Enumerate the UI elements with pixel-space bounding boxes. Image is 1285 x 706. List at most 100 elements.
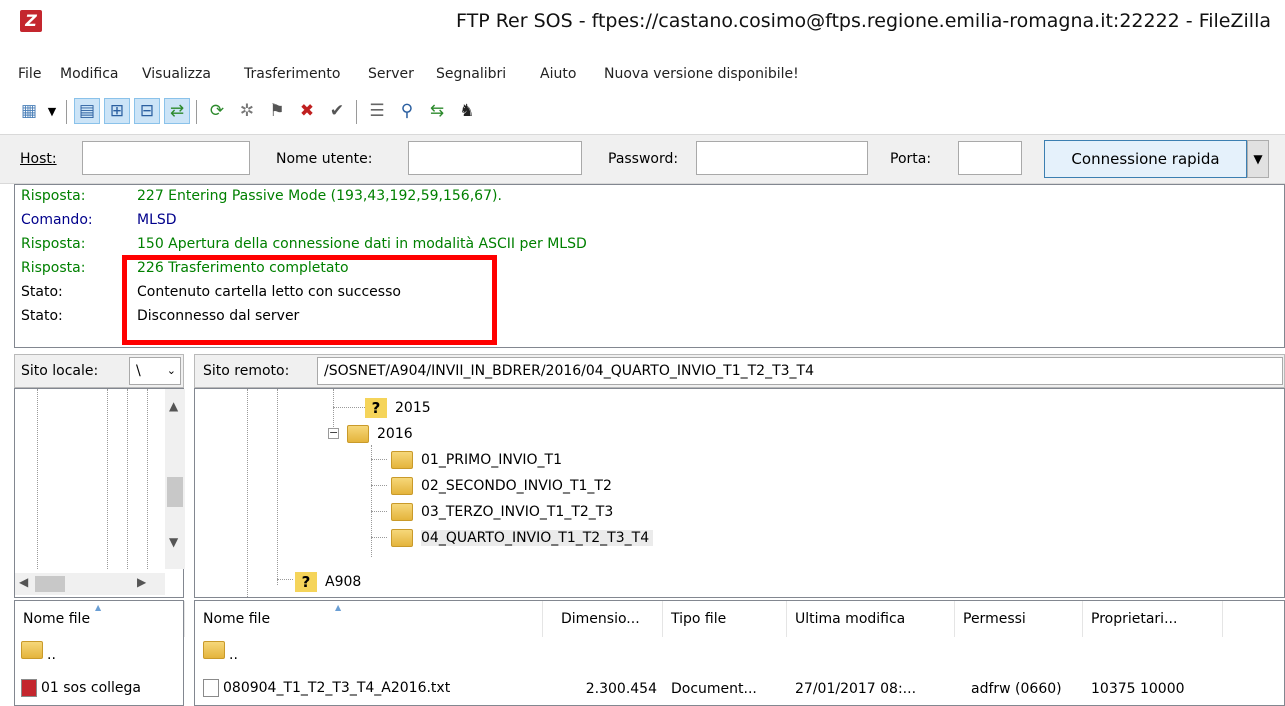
folder-icon xyxy=(391,451,413,469)
tree-node-label: 01_PRIMO_INVIO_T1 xyxy=(421,452,562,468)
window-title: FTP Rer SOS - ftpes://castano.cosimo@ftp… xyxy=(456,10,1271,32)
text-file-icon xyxy=(203,679,219,697)
menu-segnalibri[interactable]: Segnalibri xyxy=(436,66,506,82)
column-header-filename[interactable]: Nome file xyxy=(195,601,543,637)
search-icon[interactable]: ♞ xyxy=(454,98,480,124)
log-type: Risposta: xyxy=(21,188,86,204)
scrollbar-thumb[interactable] xyxy=(35,576,65,592)
pdf-file-icon xyxy=(21,679,37,697)
file-name: .. xyxy=(47,647,56,663)
tree-guide-line xyxy=(371,537,387,538)
scroll-right-icon[interactable]: ▶ xyxy=(137,575,146,589)
column-header-permissions[interactable]: Permessi xyxy=(955,601,1083,637)
menu-file[interactable]: File xyxy=(18,66,41,82)
chevron-down-icon[interactable]: ⌄ xyxy=(167,358,176,384)
tree-guide-line xyxy=(37,389,38,569)
tree-node[interactable]: ? A908 xyxy=(295,569,361,595)
reconnect-icon[interactable]: ✔ xyxy=(324,98,350,124)
local-site-combo[interactable]: \ ⌄ xyxy=(129,357,181,385)
menu-visualizza[interactable]: Visualizza xyxy=(142,66,211,82)
remote-site-bar: Sito remoto: /SOSNET/A904/INVII_IN_BDRER… xyxy=(194,354,1285,388)
host-input[interactable] xyxy=(82,141,250,175)
tree-node[interactable]: 03_TERZO_INVIO_T1_T2_T3 xyxy=(391,499,613,525)
folder-icon xyxy=(391,477,413,495)
tree-node[interactable]: 01_PRIMO_INVIO_T1 xyxy=(391,447,562,473)
local-file-list[interactable]: Nome file ▲ .. 01 sos collega xyxy=(14,600,185,706)
scrollbar-thumb[interactable] xyxy=(167,477,183,507)
scroll-down-icon[interactable]: ▼ xyxy=(169,535,178,549)
list-item[interactable]: .. xyxy=(21,641,181,663)
unknown-folder-icon: ? xyxy=(295,572,317,592)
log-message: MLSD xyxy=(137,212,177,228)
remote-file-list[interactable]: Nome file ▲ Dimensio... Tipo file Ultima… xyxy=(194,600,1285,706)
port-input[interactable] xyxy=(958,141,1022,175)
title-bar: Z FTP Rer SOS - ftpes://castano.cosimo@f… xyxy=(0,0,1285,56)
process-queue-icon[interactable]: ✲ xyxy=(234,98,260,124)
password-input[interactable] xyxy=(696,141,868,175)
log-type: Risposta: xyxy=(21,236,86,252)
toggle-queue-icon[interactable]: ⇄ xyxy=(164,98,190,124)
tree-node[interactable]: ? 2015 xyxy=(365,395,431,421)
tree-guide-line xyxy=(277,389,278,585)
remote-site-label: Sito remoto: xyxy=(203,363,290,379)
menu-modifica[interactable]: Modifica xyxy=(60,66,119,82)
filezilla-icon: Z xyxy=(20,10,42,32)
toolbar-separator xyxy=(356,100,357,124)
toggle-local-tree-icon[interactable]: ⊞ xyxy=(104,98,130,124)
scroll-left-icon[interactable]: ◀ xyxy=(19,575,28,589)
local-tree-vertical-scrollbar[interactable]: ▲ ▼ xyxy=(165,389,185,569)
column-header-type[interactable]: Tipo file xyxy=(663,601,787,637)
remote-site-path-input[interactable]: /SOSNET/A904/INVII_IN_BDRER/2016/04_QUAR… xyxy=(317,357,1283,385)
tree-node-label: 2015 xyxy=(395,400,431,416)
cancel-operation-icon[interactable]: ⚑ xyxy=(264,98,290,124)
column-header-size[interactable]: Dimensio... xyxy=(543,601,663,637)
tree-node[interactable]: 02_SECONDO_INVIO_T1_T2 xyxy=(391,473,612,499)
menu-aiuto[interactable]: Aiuto xyxy=(540,66,576,82)
local-site-label: Sito locale: xyxy=(21,363,99,379)
compare-directories-icon[interactable]: ⚲ xyxy=(394,98,420,124)
tree-node-label: A908 xyxy=(325,574,362,590)
remote-directory-tree[interactable]: − ? 2015 2016 01_PRIMO_INVIO_T1 02_SECON… xyxy=(194,388,1285,598)
toolbar: ▦ ▼ ▤ ⊞ ⊟ ⇄ ⟳ ✲ ⚑ ✖ ✔ ☰ ⚲ ⇆ ♞ xyxy=(0,94,1285,132)
disconnect-icon[interactable]: ✖ xyxy=(294,98,320,124)
list-item[interactable]: 01 sos collega xyxy=(21,679,181,697)
tree-guide-line xyxy=(333,407,365,408)
log-message: 150 Apertura della connessione dati in m… xyxy=(137,236,587,252)
menu-trasferimento[interactable]: Trasferimento xyxy=(244,66,341,82)
toolbar-separator xyxy=(66,100,67,124)
tree-node-selected[interactable]: 04_QUARTO_INVIO_T1_T2_T3_T4 xyxy=(391,525,654,551)
quickconnect-dropdown-icon[interactable]: ▼ xyxy=(1247,140,1269,178)
local-tree-horizontal-scrollbar[interactable]: ◀ ▶ xyxy=(15,573,165,595)
column-header-label: Nome file xyxy=(23,611,91,627)
tree-node[interactable]: 2016 xyxy=(347,421,413,447)
menu-server[interactable]: Server xyxy=(368,66,414,82)
username-input[interactable] xyxy=(408,141,582,175)
file-modified: 27/01/2017 08:... xyxy=(795,681,917,697)
synchronized-browsing-icon[interactable]: ⇆ xyxy=(424,98,450,124)
column-header-owner[interactable]: Proprietari... xyxy=(1083,601,1223,637)
username-label: Nome utente: xyxy=(276,151,373,167)
local-directory-tree[interactable]: ▲ ▼ ◀ ▶ xyxy=(14,388,185,598)
quickconnect-button[interactable]: Connessione rapida xyxy=(1044,140,1247,178)
tree-guide-line xyxy=(277,579,293,580)
tree-guide-line xyxy=(371,511,387,512)
collapse-icon[interactable]: − xyxy=(328,427,339,439)
tree-guide-line xyxy=(127,389,128,569)
highlight-box xyxy=(122,255,497,345)
password-label: Password: xyxy=(608,151,679,167)
directory-listing-filters-icon[interactable]: ☰ xyxy=(364,98,390,124)
table-row-filename[interactable]: 080904_T1_T2_T3_T4_A2016.txt xyxy=(203,679,539,697)
sort-ascending-icon: ▲ xyxy=(335,603,342,612)
scroll-up-icon[interactable]: ▲ xyxy=(169,399,178,413)
toggle-log-icon[interactable]: ▤ xyxy=(74,98,100,124)
menu-nuova-versione[interactable]: Nuova versione disponibile! xyxy=(604,66,799,82)
list-item[interactable]: .. xyxy=(203,641,503,663)
site-manager-dropdown-icon[interactable]: ▼ xyxy=(44,98,60,124)
sort-ascending-icon: ▲ xyxy=(95,603,102,612)
refresh-icon[interactable]: ⟳ xyxy=(204,98,230,124)
toggle-remote-tree-icon[interactable]: ⊟ xyxy=(134,98,160,124)
file-owner: 10375 10000 xyxy=(1091,681,1185,697)
column-header-modified[interactable]: Ultima modifica xyxy=(787,601,955,637)
tree-node-label: 02_SECONDO_INVIO_T1_T2 xyxy=(421,478,612,494)
site-manager-icon[interactable]: ▦ xyxy=(16,98,42,124)
